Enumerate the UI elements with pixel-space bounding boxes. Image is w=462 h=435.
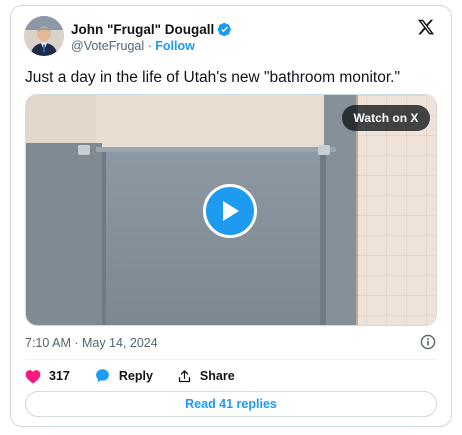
author-name[interactable]: John "Frugal" Dougall [71, 22, 214, 37]
like-count: 317 [49, 369, 70, 383]
tweet-text: Just a day in the life of Utah's new "ba… [25, 69, 400, 86]
watch-on-x-button[interactable]: Watch on X [342, 105, 430, 131]
info-icon[interactable] [420, 334, 436, 350]
reply-button[interactable]: Reply [94, 368, 153, 384]
like-button[interactable]: 317 [25, 369, 70, 384]
verified-badge-icon [217, 22, 232, 36]
video-thumbnail[interactable]: Watch on X [25, 94, 437, 326]
author-handle[interactable]: @VoteFrugal [71, 39, 144, 53]
share-icon [178, 369, 191, 382]
share-label: Share [199, 369, 235, 383]
tweet-card: John "Frugal" Dougall @VoteFrugal · Foll… [10, 5, 452, 427]
divider [25, 359, 437, 360]
play-button[interactable] [203, 184, 257, 238]
heart-icon [25, 369, 41, 383]
play-icon [223, 201, 239, 221]
separator-dot: · [144, 39, 156, 53]
reply-label: Reply [118, 369, 153, 383]
author-name-row: John "Frugal" Dougall [71, 20, 232, 38]
read-replies-button[interactable]: Read 41 replies [25, 391, 437, 417]
follow-link[interactable]: Follow [155, 39, 195, 53]
tweet-timestamp[interactable]: 7:10 AM · May 14, 2024 [25, 336, 158, 350]
author-handle-row: @VoteFrugal · Follow [71, 39, 195, 53]
reply-bubble-icon [95, 369, 109, 383]
x-logo-icon[interactable] [417, 18, 435, 36]
share-button[interactable]: Share [177, 369, 235, 384]
avatar[interactable] [24, 16, 64, 56]
action-bar: 317 Reply Share [25, 366, 259, 386]
